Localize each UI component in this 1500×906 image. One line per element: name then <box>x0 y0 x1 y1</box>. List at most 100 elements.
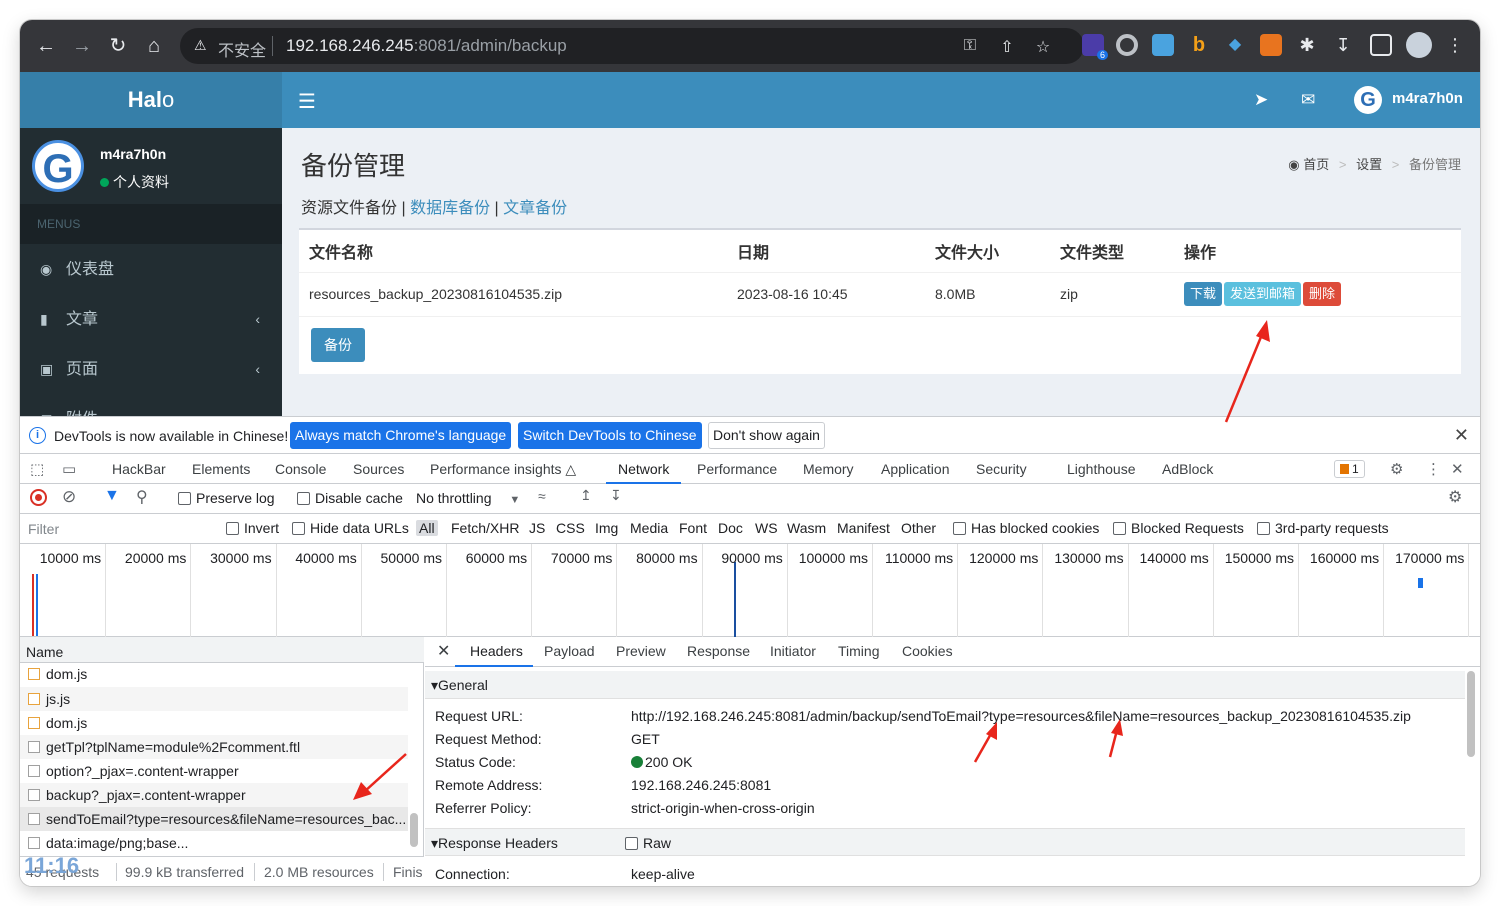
network-settings-icon[interactable]: ⚙ <box>1448 487 1462 507</box>
key-icon[interactable]: ⚿ <box>960 37 980 55</box>
list-item-selected[interactable]: sendToEmail?type=resources&fileName=reso… <box>20 807 408 831</box>
tab-initiator[interactable]: Initiator <box>770 643 816 659</box>
tab-adblock[interactable]: AdBlock <box>1162 454 1213 484</box>
list-item[interactable]: dom.js <box>20 711 408 735</box>
switch-chinese-button[interactable]: Switch DevTools to Chinese <box>518 422 702 449</box>
import-har-icon[interactable]: ↥ <box>580 487 592 504</box>
search-icon[interactable]: ⚲ <box>136 487 148 507</box>
bookmark-star-icon[interactable]: ☆ <box>1033 37 1053 57</box>
back-icon[interactable]: ← <box>34 34 58 58</box>
download-icon[interactable]: ↧ <box>1332 34 1354 56</box>
tab-elements[interactable]: Elements <box>192 454 250 484</box>
tab-application[interactable]: Application <box>881 454 950 484</box>
send-email-button[interactable]: 发送到邮箱 <box>1224 282 1302 306</box>
list-item[interactable]: option?_pjax=.content-wrapper <box>20 759 408 783</box>
sidebar-item-pages[interactable]: ▣ 页面 ‹ <box>20 344 282 394</box>
throttling-select[interactable]: No throttling ▼ <box>416 490 520 506</box>
filter-type-media[interactable]: Media <box>630 520 668 536</box>
match-language-button[interactable]: Always match Chrome's language <box>290 422 512 449</box>
filter-type-font[interactable]: Font <box>679 520 707 536</box>
tab-payload[interactable]: Payload <box>544 643 595 659</box>
filter-type-other[interactable]: Other <box>901 520 936 536</box>
home-icon[interactable]: ⌂ <box>142 34 166 58</box>
settings-gear-icon[interactable]: ⚙ <box>1390 460 1403 478</box>
preserve-log-checkbox[interactable]: Preserve log <box>178 490 275 506</box>
list-item[interactable]: getTpl?tplName=module%2Fcomment.ftl <box>20 735 408 759</box>
close-details-icon[interactable]: ✕ <box>437 641 450 661</box>
tab-network[interactable]: Network <box>606 454 682 484</box>
details-scrollbar[interactable] <box>1467 671 1475 757</box>
raw-checkbox[interactable]: Raw <box>625 829 671 857</box>
extension-icon[interactable]: 6 <box>1082 34 1108 60</box>
filter-type-css[interactable]: CSS <box>556 520 585 536</box>
filter-type-fetch[interactable]: Fetch/XHR <box>451 520 519 536</box>
export-har-icon[interactable]: ↧ <box>610 487 622 504</box>
list-item[interactable]: data:image/png;base... <box>20 831 408 855</box>
tab-post-backup[interactable]: 文章备份 <box>503 200 567 217</box>
inspect-element-icon[interactable]: ⬚ <box>30 460 44 478</box>
app-logo[interactable]: Halo <box>20 72 282 128</box>
sidepanel-icon[interactable] <box>1370 34 1392 56</box>
bing-icon[interactable]: b <box>1188 34 1210 56</box>
response-headers-section-header[interactable]: ▾Response Headers Raw <box>425 828 1465 856</box>
address-bar[interactable]: ⚠ 不安全 192.168.246.245:8081/admin/backup … <box>180 28 1084 64</box>
reload-icon[interactable]: ↻ <box>106 34 130 58</box>
sidebar-profile-link[interactable]: 个人资料 <box>100 172 169 192</box>
forward-icon[interactable]: → <box>70 34 94 58</box>
filter-funnel-icon[interactable]: ▼ <box>104 487 120 505</box>
issues-badge[interactable]: 1 <box>1334 460 1365 478</box>
tab-sources[interactable]: Sources <box>353 454 404 484</box>
share-icon[interactable]: ⇧ <box>997 37 1017 57</box>
filter-type-manifest[interactable]: Manifest <box>837 520 890 536</box>
download-button[interactable]: 下载 <box>1184 282 1223 306</box>
header-username[interactable]: m4ra7h0n <box>1392 90 1463 107</box>
sidebar-item-attachments[interactable]: ▢附件 <box>20 394 282 416</box>
close-icon[interactable]: ✕ <box>1454 425 1469 446</box>
backup-button[interactable]: 备份 <box>311 328 365 362</box>
request-list-scrollbar[interactable] <box>410 813 418 847</box>
record-icon[interactable] <box>30 489 47 506</box>
filter-type-doc[interactable]: Doc <box>718 520 743 536</box>
filter-input[interactable]: Filter <box>22 517 212 541</box>
tab-performance[interactable]: Performance <box>697 454 777 484</box>
tab-headers[interactable]: Headers <box>470 643 523 659</box>
blocked-requests-checkbox[interactable]: Blocked Requests <box>1113 520 1244 536</box>
diamond-icon[interactable]: ◆ <box>1224 34 1246 56</box>
puzzle-icon[interactable]: ✱ <box>1296 34 1318 56</box>
more-kebab-icon[interactable]: ⋮ <box>1426 460 1441 478</box>
sidebar-item-dashboard[interactable]: ◉ 仪表盘 <box>20 244 282 294</box>
tab-resource-backup[interactable]: 资源文件备份 <box>301 200 397 217</box>
close-devtools-icon[interactable]: ✕ <box>1451 460 1464 478</box>
mail-icon[interactable]: ✉ <box>1301 90 1315 110</box>
third-party-checkbox[interactable]: 3rd-party requests <box>1257 520 1389 536</box>
profile-avatar[interactable] <box>1406 32 1432 58</box>
tab-console[interactable]: Console <box>275 454 326 484</box>
hide-data-urls-checkbox[interactable]: Hide data URLs <box>292 520 409 536</box>
list-item[interactable]: backup?_pjax=.content-wrapper <box>20 783 408 807</box>
filter-type-img[interactable]: Img <box>595 520 618 536</box>
tab-response[interactable]: Response <box>687 643 750 659</box>
send-icon[interactable]: ➤ <box>1254 90 1268 110</box>
device-toolbar-icon[interactable]: ▭ <box>62 460 76 478</box>
disable-cache-checkbox[interactable]: Disable cache <box>297 490 403 506</box>
breadcrumb-settings[interactable]: 设置 <box>1356 157 1382 172</box>
blocked-cookies-checkbox[interactable]: Has blocked cookies <box>953 520 1099 536</box>
sidebar-item-posts[interactable]: ▮ 文章 ‹ <box>20 294 282 344</box>
tab-database-backup[interactable]: 数据库备份 <box>410 200 490 217</box>
picture-extension-icon[interactable] <box>1152 34 1174 56</box>
tab-timing[interactable]: Timing <box>838 643 880 659</box>
filter-type-wasm[interactable]: Wasm <box>787 520 826 536</box>
list-item[interactable]: dom.js <box>20 665 408 683</box>
filter-type-all[interactable]: All <box>416 520 438 536</box>
request-list-header[interactable]: Name <box>20 637 424 663</box>
clear-icon[interactable]: ⊘ <box>62 487 76 507</box>
circle-extension-icon[interactable] <box>1116 34 1138 56</box>
tab-preview[interactable]: Preview <box>616 643 666 659</box>
general-section-header[interactable]: ▾General <box>425 671 1465 699</box>
tab-security[interactable]: Security <box>976 454 1027 484</box>
tab-hackbar[interactable]: HackBar <box>112 454 166 484</box>
breadcrumb-home[interactable]: 首页 <box>1303 157 1329 172</box>
tab-memory[interactable]: Memory <box>803 454 854 484</box>
header-avatar[interactable]: G <box>1354 86 1382 114</box>
delete-button[interactable]: 删除 <box>1303 282 1342 306</box>
